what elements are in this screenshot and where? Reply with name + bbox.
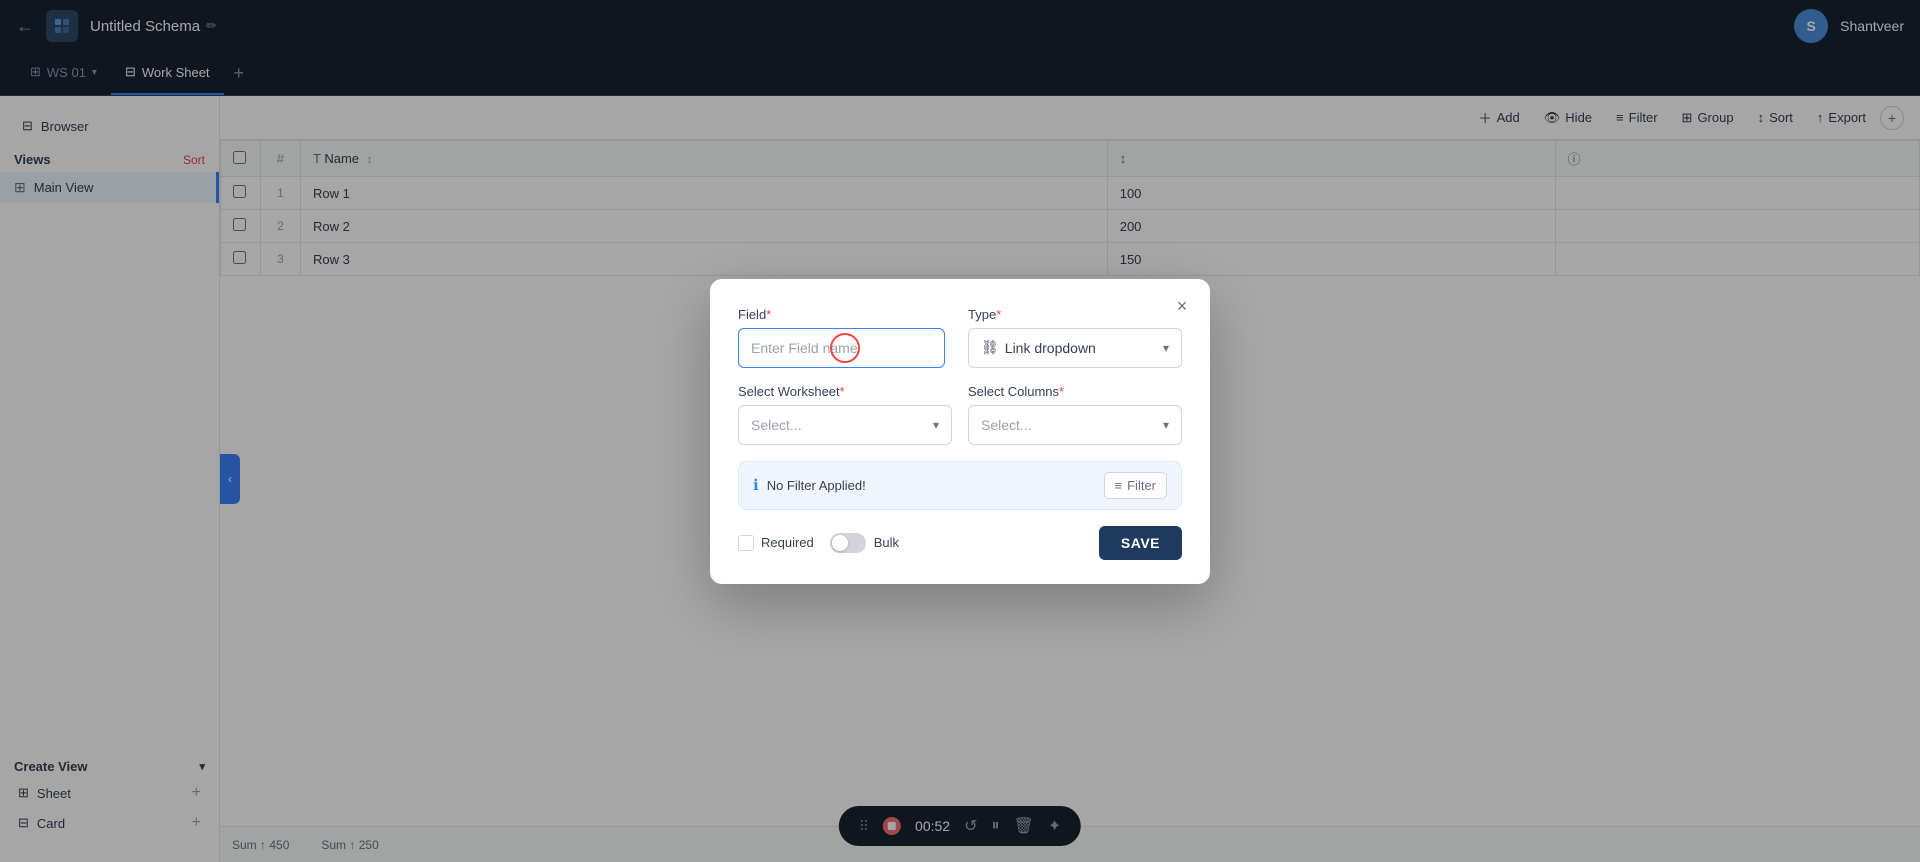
modal-row-2: Select Worksheet* Select... ▾ Select Col… bbox=[738, 384, 1182, 445]
bulk-toggle-switch[interactable] bbox=[830, 533, 866, 553]
worksheet-label: Select Worksheet* bbox=[738, 384, 952, 399]
save-button[interactable]: SAVE bbox=[1099, 526, 1182, 560]
worksheet-chevron-icon: ▾ bbox=[933, 418, 939, 432]
type-select-group: Type* ⛓ Link dropdown ▾ bbox=[968, 307, 1182, 368]
link-dropdown-icon: ⛓ bbox=[981, 339, 999, 356]
required-checkbox-label[interactable]: Required bbox=[738, 535, 814, 551]
columns-label: Select Columns* bbox=[968, 384, 1182, 399]
toggle-thumb bbox=[832, 535, 848, 551]
field-label: Field* bbox=[738, 307, 952, 322]
worksheet-dropdown[interactable]: Select... ▾ bbox=[738, 405, 952, 445]
modal-close-button[interactable]: × bbox=[1168, 293, 1196, 321]
columns-dropdown[interactable]: Select... ▾ bbox=[968, 405, 1182, 445]
field-input-group: Field* bbox=[738, 307, 952, 368]
field-required-asterisk: * bbox=[766, 307, 771, 322]
modal-overlay[interactable]: × Field* Type* ⛓ Link dropdo bbox=[0, 0, 1920, 862]
filter-btn-label: Filter bbox=[1127, 478, 1156, 493]
type-required-asterisk: * bbox=[996, 307, 1001, 322]
info-icon: ℹ bbox=[753, 476, 759, 494]
type-value: Link dropdown bbox=[1005, 340, 1096, 356]
type-dropdown[interactable]: ⛓ Link dropdown ▾ bbox=[968, 328, 1182, 368]
filter-icon: ≡ bbox=[1115, 478, 1123, 493]
type-chevron-icon: ▾ bbox=[1163, 341, 1169, 355]
field-modal: × Field* Type* ⛓ Link dropdo bbox=[710, 279, 1210, 584]
bulk-toggle-group: Bulk bbox=[830, 533, 899, 553]
type-label: Type* bbox=[968, 307, 1182, 322]
required-text: Required bbox=[761, 535, 814, 550]
col-required-asterisk: * bbox=[1059, 384, 1064, 399]
ws-required-asterisk: * bbox=[840, 384, 845, 399]
filter-apply-button[interactable]: ≡ Filter bbox=[1104, 472, 1167, 499]
modal-row-1: Field* Type* ⛓ Link dropdown ▾ bbox=[738, 307, 1182, 368]
required-checkbox-box[interactable] bbox=[738, 535, 754, 551]
modal-footer: Required Bulk SAVE bbox=[738, 526, 1182, 560]
columns-placeholder: Select... bbox=[981, 417, 1032, 433]
columns-select-group: Select Columns* Select... ▾ bbox=[968, 384, 1182, 445]
field-name-input[interactable] bbox=[738, 328, 945, 368]
worksheet-placeholder: Select... bbox=[751, 417, 802, 433]
no-filter-text: ℹ No Filter Applied! bbox=[753, 476, 866, 494]
columns-chevron-icon: ▾ bbox=[1163, 418, 1169, 432]
no-filter-message: No Filter Applied! bbox=[767, 478, 866, 493]
worksheet-select-group: Select Worksheet* Select... ▾ bbox=[738, 384, 952, 445]
no-filter-bar: ℹ No Filter Applied! ≡ Filter bbox=[738, 461, 1182, 510]
bulk-label: Bulk bbox=[874, 535, 899, 550]
